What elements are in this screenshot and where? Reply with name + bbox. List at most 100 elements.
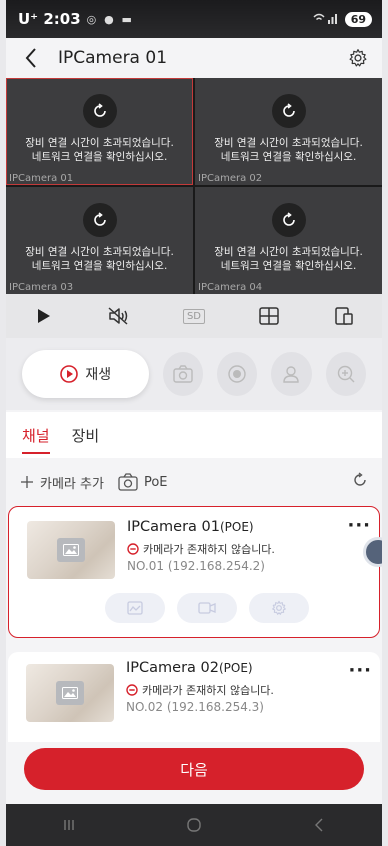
- screen-rotate-icon: [335, 307, 354, 325]
- gear-icon: [349, 49, 367, 67]
- poe-button[interactable]: PoE: [118, 473, 168, 491]
- app-header: IPCamera 01: [6, 38, 382, 78]
- system-nav-bar: [6, 804, 382, 846]
- card-action-row: [105, 593, 309, 623]
- play-button[interactable]: [24, 301, 64, 331]
- play-icon: [37, 309, 50, 323]
- person-icon: [283, 366, 300, 383]
- tile-error-message: 장비 연결 시간이 초과되었습니다. 네트워크 연결을 확인하십시오.: [214, 137, 363, 163]
- retry-button[interactable]: [82, 203, 117, 237]
- home-circle-icon: [187, 818, 201, 832]
- tile-camera-name: IPCamera 04: [198, 282, 263, 293]
- battery-badge: 69: [344, 11, 372, 27]
- refresh-list-button[interactable]: [352, 472, 368, 492]
- refresh-icon: [282, 212, 295, 226]
- grid-layout-button[interactable]: [249, 301, 289, 331]
- floating-assist-handle[interactable]: [363, 537, 382, 567]
- status-bar: U⁺ 2:03 ◎ ● ▬ 69: [6, 0, 382, 38]
- refresh-icon: [282, 103, 295, 117]
- tile-error-message: 장비 연결 시간이 초과되었습니다. 네트워크 연결을 확인하십시오.: [25, 137, 174, 163]
- mute-button[interactable]: [99, 301, 139, 331]
- camera-title: IPCamera 01(POE): [127, 519, 254, 535]
- retry-button[interactable]: [271, 203, 306, 237]
- playback-control-bar: SD: [6, 294, 382, 338]
- camera-card[interactable]: IPCamera 01(POE) 카메라가 존재하지 않습니다. NO.01 (…: [8, 506, 382, 638]
- speaker-muted-icon: [108, 307, 128, 325]
- error-minus-icon: [126, 684, 138, 696]
- home-button[interactable]: [174, 810, 214, 840]
- camera-tile-2[interactable]: 장비 연결 시간이 초과되었습니다. 네트워크 연결을 확인하십시오. IPCa…: [195, 78, 382, 185]
- refresh-icon: [93, 103, 106, 117]
- tile-camera-name: IPCamera 01: [9, 173, 74, 184]
- camera-grid: 장비 연결 시간이 초과되었습니다. 네트워크 연결을 확인하십시오. IPCa…: [6, 78, 382, 294]
- grid-icon: [259, 307, 279, 325]
- page-title: IPCamera 01: [58, 48, 168, 68]
- zoom-button[interactable]: [325, 352, 367, 396]
- camera-status: 카메라가 존재하지 않습니다.: [126, 682, 274, 698]
- tile-error-message: 장비 연결 시간이 초과되었습니다. 네트워크 연결을 확인하십시오.: [25, 246, 174, 272]
- camera-tile-3[interactable]: 장비 연결 시간이 초과되었습니다. 네트워크 연결을 확인하십시오. IPCa…: [6, 187, 193, 294]
- tile-camera-name: IPCamera 02: [198, 173, 263, 184]
- record-button[interactable]: [216, 352, 258, 396]
- playback-button[interactable]: 재생: [22, 350, 149, 398]
- recent-apps-button[interactable]: [49, 810, 89, 840]
- tab-device[interactable]: 장비: [72, 415, 100, 456]
- image-placeholder-icon: [57, 538, 85, 562]
- chevron-left-icon: [25, 48, 36, 68]
- camera-status: 카메라가 존재하지 않습니다.: [127, 541, 275, 557]
- tile-camera-name: IPCamera 03: [9, 282, 74, 293]
- zoom-in-icon: [337, 365, 355, 383]
- image-settings-icon: [127, 601, 143, 615]
- footer-area: 다음: [6, 742, 382, 804]
- quality-button[interactable]: SD: [174, 301, 214, 331]
- back-button[interactable]: [18, 45, 44, 71]
- refresh-icon: [93, 212, 106, 226]
- error-minus-icon: [127, 543, 139, 555]
- playback-label: 재생: [85, 367, 112, 383]
- record-icon: [228, 365, 246, 383]
- camera-tile-4[interactable]: 장비 연결 시간이 초과되었습니다. 네트워크 연결을 확인하십시오. IPCa…: [195, 187, 382, 294]
- tab-channel[interactable]: 채널: [22, 415, 50, 456]
- more-options-button[interactable]: ···: [348, 660, 372, 681]
- tab-bar: 채널 장비: [6, 412, 382, 458]
- video-camera-icon: [198, 602, 216, 614]
- gear-icon: [272, 600, 286, 615]
- action-row: 재생: [6, 338, 382, 410]
- camera-thumbnail: [26, 664, 114, 722]
- camera-settings-button[interactable]: [249, 593, 309, 623]
- camera-title: IPCamera 02(POE): [126, 660, 253, 676]
- more-options-button[interactable]: ···: [347, 515, 371, 536]
- tile-error-message: 장비 연결 시간이 초과되었습니다. 네트워크 연결을 확인하십시오.: [214, 246, 363, 272]
- image-placeholder-icon: [56, 681, 84, 705]
- camera-address: NO.02 (192.168.254.3): [126, 700, 264, 714]
- channel-toolbar: 카메라 추가 PoE: [6, 462, 382, 502]
- camera-card[interactable]: IPCamera 02(POE) 카메라가 존재하지 않습니다. NO.02 (…: [8, 652, 380, 742]
- talk-button[interactable]: [271, 352, 312, 396]
- back-nav-button[interactable]: [299, 810, 339, 840]
- video-settings-button[interactable]: [177, 593, 237, 623]
- retry-button[interactable]: [82, 94, 117, 128]
- play-circle-icon: [60, 365, 79, 383]
- plus-icon: [21, 476, 33, 488]
- poe-label: PoE: [143, 474, 168, 490]
- snapshot-button[interactable]: [162, 352, 203, 396]
- settings-button[interactable]: [346, 46, 370, 70]
- add-camera-button[interactable]: 카메라 추가: [20, 473, 104, 492]
- image-settings-button[interactable]: [105, 593, 165, 623]
- camera-tile-1[interactable]: 장비 연결 시간이 초과되었습니다. 네트워크 연결을 확인하십시오. IPCa…: [6, 78, 193, 185]
- chevron-left-icon: [315, 818, 323, 832]
- camera-address: NO.01 (192.168.254.2): [127, 559, 265, 573]
- recent-apps-icon: [63, 820, 74, 830]
- camera-icon: [173, 365, 193, 383]
- notification-icons: ◎ ● ▬: [86, 12, 134, 26]
- retry-button[interactable]: [271, 94, 306, 128]
- next-button[interactable]: 다음: [24, 748, 364, 790]
- rotate-button[interactable]: [324, 301, 364, 331]
- wifi-signal-icon: [313, 12, 339, 27]
- status-time: U⁺ 2:03: [18, 10, 81, 28]
- poe-camera-icon: [118, 473, 138, 491]
- refresh-icon: [354, 472, 366, 486]
- quality-label: SD: [182, 308, 205, 324]
- app-frame: U⁺ 2:03 ◎ ● ▬ 69 IPCamera 01 장비 연결 시간이 초…: [6, 0, 382, 846]
- camera-thumbnail: [27, 521, 115, 579]
